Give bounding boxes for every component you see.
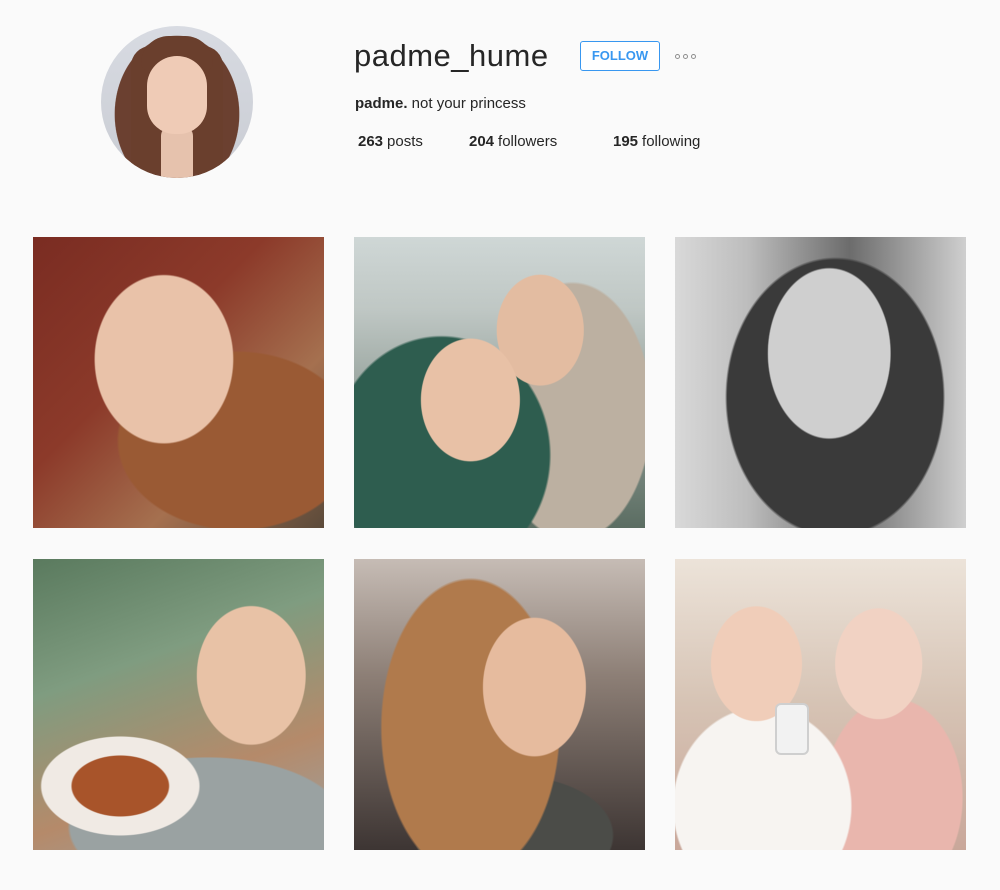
profile-username: padme_hume [354, 38, 549, 73]
follow-button[interactable]: FOLLOW [580, 41, 660, 71]
followers-count: 204 [469, 133, 495, 150]
following-stat[interactable]: 195 following [613, 133, 700, 150]
post-thumbnail[interactable] [33, 237, 324, 528]
bio-name: padme. [355, 95, 408, 112]
profile-avatar[interactable] [101, 26, 253, 178]
posts-stat: 263 posts [358, 133, 423, 150]
avatar-face [147, 56, 207, 134]
following-label: following [642, 133, 701, 150]
dot-icon [683, 53, 688, 59]
more-options-icon[interactable] [675, 52, 701, 60]
posts-count: 263 [358, 133, 384, 150]
profile-bio: padme. not your princess [355, 95, 526, 112]
phone-graphic [775, 703, 809, 755]
following-count: 195 [613, 133, 639, 150]
followers-label: followers [498, 133, 558, 150]
posts-label: posts [387, 133, 423, 150]
dot-icon [691, 53, 696, 59]
post-thumbnail[interactable] [33, 559, 324, 850]
followers-stat[interactable]: 204 followers [469, 133, 557, 150]
bio-text: not your princess [407, 95, 526, 112]
profile-page: padme_hume FOLLOW padme. not your prince… [0, 0, 1000, 890]
post-thumbnail[interactable] [354, 559, 645, 850]
post-thumbnail[interactable] [675, 559, 966, 850]
post-thumbnail[interactable] [354, 237, 645, 528]
dot-icon [675, 53, 680, 59]
post-thumbnail[interactable] [675, 237, 966, 528]
